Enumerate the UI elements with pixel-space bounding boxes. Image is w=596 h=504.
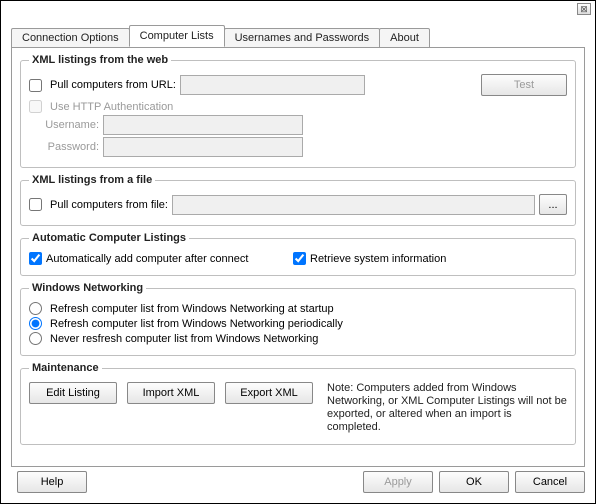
help-button[interactable]: Help [17, 471, 87, 493]
import-xml-button[interactable]: Import XML [127, 382, 215, 404]
tab-about[interactable]: About [379, 28, 430, 48]
auto-add-checkbox[interactable] [29, 252, 42, 265]
retrieve-info-checkbox[interactable] [293, 252, 306, 265]
refresh-startup-label: Refresh computer list from Windows Netwo… [50, 303, 334, 315]
export-xml-button[interactable]: Export XML [225, 382, 313, 404]
file-path-input[interactable] [172, 195, 535, 215]
pull-from-file-label: Pull computers from file: [50, 199, 168, 211]
password-input [103, 137, 303, 157]
pull-from-url-label: Pull computers from URL: [50, 79, 176, 91]
username-input [103, 115, 303, 135]
close-icon[interactable]: ⊠ [577, 3, 591, 15]
use-http-auth-checkbox [29, 100, 42, 113]
refresh-startup-radio[interactable] [29, 302, 42, 315]
tab-panel: XML listings from the web Pull computers… [11, 47, 585, 467]
group-automatic-listings: Automatic Computer Listings Automaticall… [20, 232, 576, 276]
tab-connection-options[interactable]: Connection Options [11, 28, 130, 48]
group-winnet-legend: Windows Networking [29, 282, 146, 294]
tab-computer-lists[interactable]: Computer Lists [129, 25, 225, 47]
tab-usernames-passwords[interactable]: Usernames and Passwords [224, 28, 381, 48]
dialog-window: ⊠ Connection Options Computer Lists User… [0, 0, 596, 504]
cancel-button[interactable]: Cancel [515, 471, 585, 493]
auto-add-label: Automatically add computer after connect [46, 253, 248, 265]
ok-button[interactable]: OK [439, 471, 509, 493]
refresh-periodic-radio[interactable] [29, 317, 42, 330]
pull-from-file-checkbox[interactable] [29, 198, 42, 211]
refresh-never-radio[interactable] [29, 332, 42, 345]
test-button[interactable]: Test [481, 74, 567, 96]
use-http-auth-label: Use HTTP Authentication [50, 101, 173, 113]
group-xml-file: XML listings from a file Pull computers … [20, 174, 576, 226]
group-windows-networking: Windows Networking Refresh computer list… [20, 282, 576, 356]
password-label: Password: [29, 141, 99, 153]
group-maintenance-legend: Maintenance [29, 362, 102, 374]
refresh-never-label: Never resfresh computer list from Window… [50, 333, 318, 345]
edit-listing-button[interactable]: Edit Listing [29, 382, 117, 404]
username-label: Username: [29, 119, 99, 131]
apply-button[interactable]: Apply [363, 471, 433, 493]
group-xml-web-legend: XML listings from the web [29, 54, 171, 66]
group-xml-web: XML listings from the web Pull computers… [20, 54, 576, 168]
pull-from-url-checkbox[interactable] [29, 79, 42, 92]
url-input[interactable] [180, 75, 365, 95]
maintenance-note: Note: Computers added from Windows Netwo… [327, 382, 567, 434]
tab-bar: Connection Options Computer Lists Userna… [11, 25, 585, 47]
group-maintenance: Maintenance Edit Listing Import XML Expo… [20, 362, 576, 445]
refresh-periodic-label: Refresh computer list from Windows Netwo… [50, 318, 343, 330]
dialog-footer: Help Apply OK Cancel [11, 471, 585, 493]
group-xml-file-legend: XML listings from a file [29, 174, 155, 186]
group-automatic-legend: Automatic Computer Listings [29, 232, 189, 244]
browse-button[interactable]: ... [539, 194, 567, 215]
retrieve-info-label: Retrieve system information [310, 253, 446, 265]
